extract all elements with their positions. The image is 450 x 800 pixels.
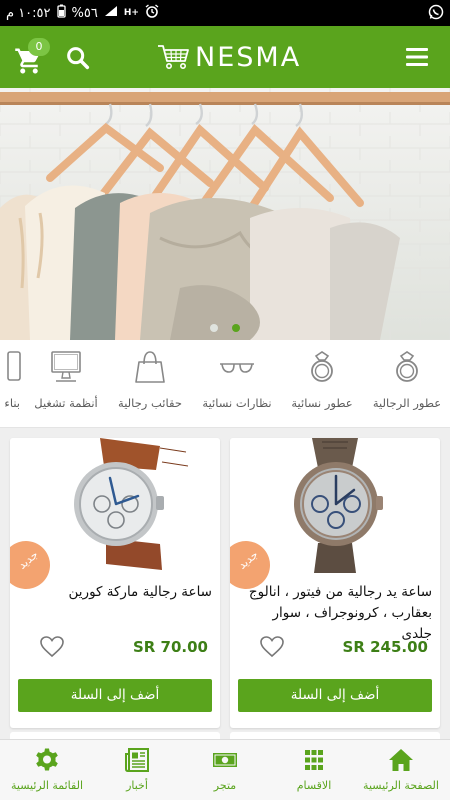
category-mens-bags[interactable]: حقائب رجالية: [110, 350, 190, 410]
nav-news[interactable]: أخبار: [92, 748, 182, 792]
app-bar: 0 NESMA: [0, 26, 450, 88]
product-grid: جديد ساعة يد رجالية من فيتور ، انالوج بع…: [0, 428, 450, 742]
category-womens-perfumes[interactable]: عطور نسائية: [282, 350, 362, 410]
product-price: SR 245.00: [342, 638, 428, 656]
grid-icon: [305, 750, 323, 770]
cart-count-badge: 0: [28, 38, 50, 56]
home-icon: [389, 749, 413, 771]
category-operating-systems[interactable]: أنظمة تشغيل: [26, 350, 106, 410]
money-icon: [213, 753, 237, 767]
search-button[interactable]: [64, 44, 92, 72]
product-card[interactable]: جديد ساعة رجالية ماركة كورين SR 70.00 أض…: [10, 438, 220, 728]
add-to-cart-button[interactable]: أضف إلى السلة: [18, 679, 212, 712]
menu-button[interactable]: [404, 46, 430, 68]
nav-label: متجر: [213, 779, 237, 792]
category-label: بناء: [4, 396, 20, 410]
nav-categories[interactable]: الاقسام: [269, 748, 359, 792]
add-to-cart-button[interactable]: أضف إلى السلة: [238, 679, 432, 712]
heart-icon[interactable]: [40, 636, 64, 658]
alarm-icon: [145, 4, 159, 22]
battery-icon: [56, 4, 66, 22]
newspaper-icon: [125, 748, 149, 772]
promo-banner[interactable]: [0, 88, 450, 340]
product-title[interactable]: ساعة رجالية ماركة كورين: [18, 582, 212, 603]
product-price: SR 70.00: [132, 638, 208, 656]
nav-label: أخبار: [126, 779, 148, 792]
status-time: ١٠:٥٢ م: [6, 5, 51, 21]
nav-label: الاقسام: [296, 779, 332, 792]
category-construction[interactable]: بناء: [0, 350, 22, 410]
categories-strip: عطور الرجالية عطور نسائية نظارات نسائية …: [0, 340, 450, 428]
status-left: ١٠:٥٢ م %٥٦ H+: [6, 4, 159, 22]
app-screen: ١٠:٥٢ م %٥٦ H+ 0 NESMA عطور الرجالية عطو…: [0, 0, 450, 800]
heart-icon[interactable]: [260, 636, 284, 658]
category-label: حقائب رجالية: [118, 396, 182, 410]
ring-icon: [396, 351, 418, 382]
category-label: عطور الرجالية: [372, 396, 442, 410]
search-icon: [67, 47, 90, 70]
logo-text: NESMA: [195, 41, 302, 73]
nav-label: القائمة الرئيسية: [10, 779, 84, 792]
glasses-icon: [220, 363, 254, 373]
brand-logo[interactable]: NESMA: [157, 39, 327, 75]
whatsapp-icon: [428, 4, 444, 24]
ring-icon: [311, 351, 333, 382]
phone-icon: [7, 351, 21, 381]
banner-dot-1[interactable]: [210, 324, 218, 332]
status-right: [428, 4, 444, 24]
status-bar: ١٠:٥٢ م %٥٦ H+: [0, 0, 450, 26]
network-h-plus-icon: H+: [123, 8, 139, 18]
category-mens-perfumes[interactable]: عطور الرجالية: [367, 350, 447, 410]
battery-percent: %٥٦: [71, 5, 98, 21]
menu-icon: [406, 48, 428, 66]
monitor-icon: [51, 351, 81, 382]
nav-label: الصفحة الرئيسية: [363, 779, 439, 792]
nav-store[interactable]: متجر: [180, 748, 270, 792]
bottom-navigation: الصفحة الرئيسية الاقسام متجر أخبار القائ…: [0, 739, 450, 800]
signal-icon: [104, 5, 118, 21]
gear-icon: [36, 748, 58, 771]
banner-dot-2-active[interactable]: [232, 324, 240, 332]
category-label: أنظمة تشغيل: [34, 396, 98, 410]
logo-cart-icon: [158, 45, 189, 69]
category-label: نظارات نسائية: [202, 396, 272, 410]
category-label: عطور نسائية: [291, 396, 353, 410]
bag-icon: [135, 351, 165, 383]
nav-main-menu[interactable]: القائمة الرئيسية: [2, 748, 92, 792]
category-womens-glasses[interactable]: نظارات نسائية: [197, 350, 277, 410]
product-card[interactable]: جديد ساعة يد رجالية من فيتور ، انالوج بع…: [230, 438, 440, 728]
nav-home[interactable]: الصفحة الرئيسية: [356, 748, 446, 792]
banner-pagination: [0, 324, 450, 332]
banner-image: [0, 88, 450, 340]
